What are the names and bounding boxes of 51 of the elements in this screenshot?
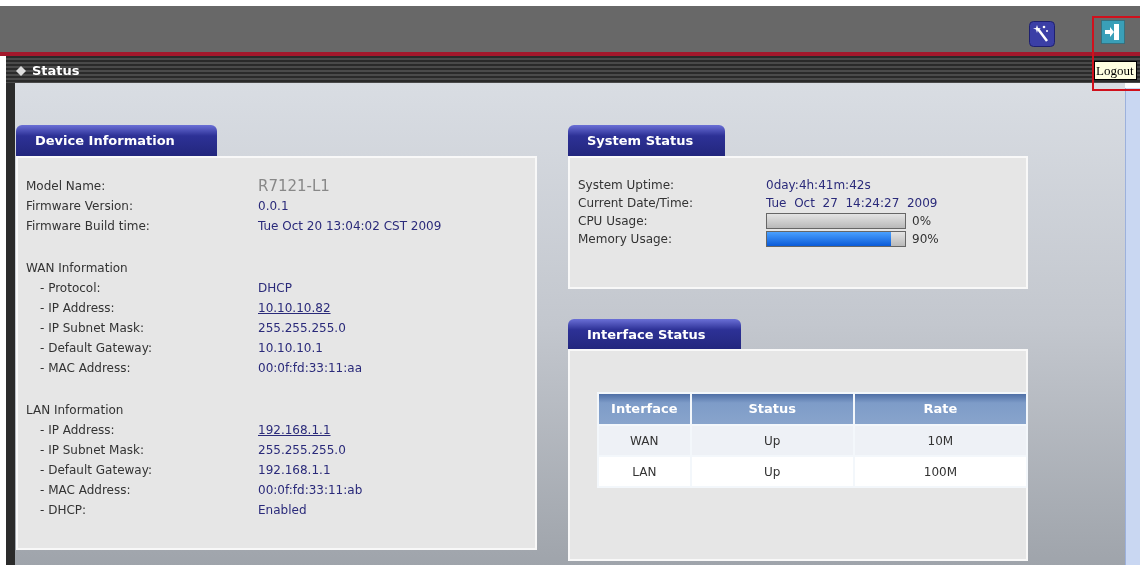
field-label: Model Name: [26, 179, 106, 193]
table-cell: Up [691, 426, 853, 455]
logout-tooltip: Logout [1094, 61, 1137, 80]
field-label: - IP Subnet Mask: [39, 443, 145, 457]
field-label: - IP Address: [39, 301, 115, 315]
field-label: - Protocol: [39, 281, 101, 295]
usage-reading: 90% [912, 231, 939, 248]
field-value: 00:0f:fd:33:11:ab [258, 482, 363, 499]
logout-icon[interactable] [1101, 20, 1125, 44]
field-value: Tue Oct 20 13:04:02 CST 2009 [258, 218, 442, 235]
column-header: Rate [854, 394, 1026, 424]
field-value: 0day:4h:41m:42s [766, 177, 871, 194]
ip-link[interactable]: 192.168.1.1 [258, 420, 331, 440]
field-label: Firmware Version: [26, 199, 133, 213]
usage-reading: 0% [912, 213, 932, 230]
field-value: 00:0f:fd:33:11:aa [258, 360, 362, 377]
section-heading: LAN Information [26, 402, 125, 419]
table-cell: 100M [854, 457, 1026, 486]
field-label: - IP Address: [39, 423, 115, 437]
table-cell: LAN [599, 457, 690, 486]
field-value: R7121-L1 [258, 176, 330, 196]
field-label: Current Date/Time: [578, 196, 694, 210]
field-label: System Uptime: [578, 178, 675, 192]
table-cell: WAN [599, 426, 690, 455]
field-value: 255.255.255.0 [258, 442, 346, 459]
field-value: 0.0.1 [258, 198, 289, 215]
field-label: - MAC Address: [39, 361, 131, 375]
wand-icon[interactable] [1029, 21, 1055, 47]
field-label: - MAC Address: [39, 483, 131, 497]
section-heading: WAN Information [26, 260, 129, 277]
field-label: CPU Usage: [578, 214, 648, 228]
table-cell: Up [691, 457, 853, 486]
field-value: Tue Oct 27 14:24:27 2009 [766, 195, 938, 212]
column-header: Status [691, 394, 853, 424]
field-label: - Default Gateway: [39, 463, 152, 477]
field-label: Firmware Build time: [26, 219, 150, 233]
field-label: - DHCP: [39, 503, 87, 517]
field-value: 255.255.255.0 [258, 320, 346, 337]
field-value: DHCP [258, 280, 292, 297]
column-header: Interface [599, 394, 690, 424]
ip-link[interactable]: 10.10.10.82 [258, 298, 331, 318]
field-label: Memory Usage: [578, 232, 673, 246]
page-title: Status [32, 62, 80, 80]
table-cell: 10M [854, 426, 1026, 455]
scrollbar[interactable] [1125, 88, 1140, 565]
diamond-icon [16, 65, 26, 76]
field-label: - IP Subnet Mask: [39, 321, 145, 335]
field-value: 10.10.10.1 [258, 340, 323, 357]
field-value: Enabled [258, 502, 307, 519]
field-label: - Default Gateway: [39, 341, 152, 355]
field-value: 192.168.1.1 [258, 462, 331, 479]
